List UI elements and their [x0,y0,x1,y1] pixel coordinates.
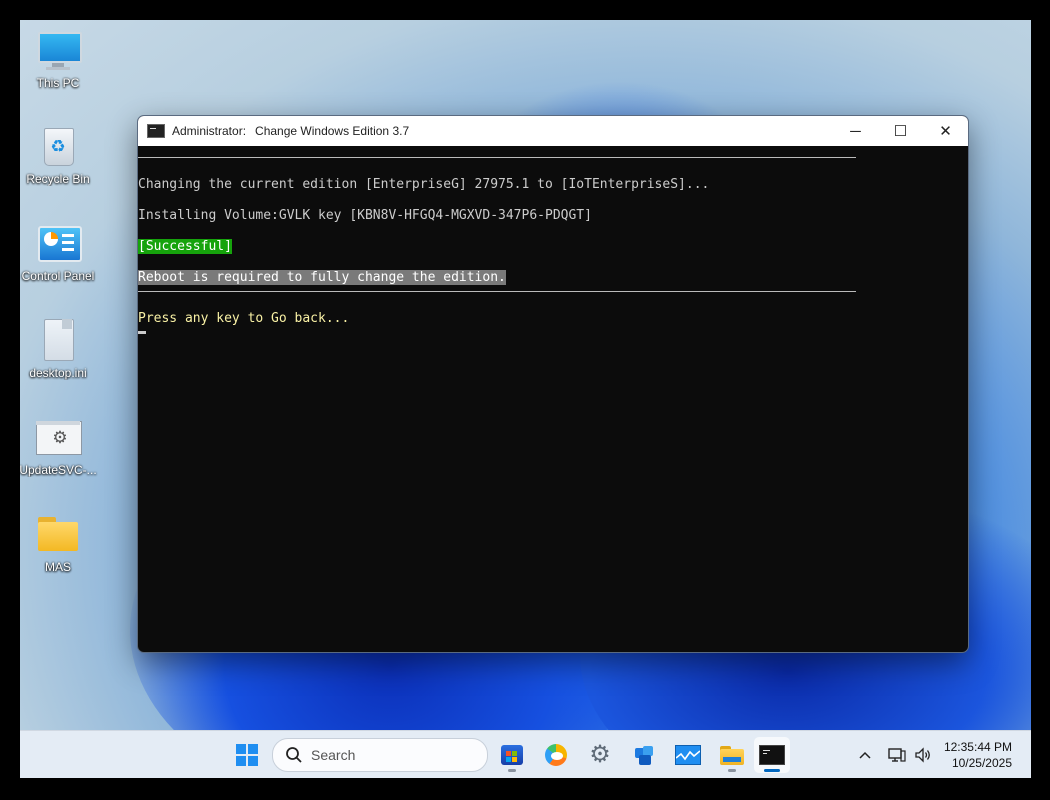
search-icon [286,747,302,763]
desktop-icon-mas[interactable]: MAS [20,512,98,574]
desktop-icon-label: desktop.ini [29,366,87,380]
puzzle-app-icon [633,744,655,766]
folder-icon [36,512,80,556]
prompt-line: Press any key to Go back... [138,311,350,326]
speaker-icon [915,746,930,763]
console-line: Changing the current edition [Enterprise… [138,177,710,192]
search-placeholder: Search [311,747,356,763]
recycle-bin-icon: ♻ [36,124,80,168]
desktop-icon-control-panel[interactable]: Control Panel [20,221,98,283]
tray-overflow-button[interactable] [858,731,872,778]
taskbar-app-puzzle[interactable] [626,737,662,773]
command-prompt-icon [147,124,165,138]
clock-time: 12:35:44 PM [943,740,1012,754]
console-output[interactable]: Changing the current edition [Enterprise… [138,146,968,334]
taskbar-terminal[interactable] [754,737,790,773]
close-button[interactable]: ✕ [923,116,968,146]
desktop-icon-updatesvc[interactable]: ⚙ UpdateSVC-... [20,415,98,477]
gear-icon: ⚙ [589,741,611,768]
file-icon [36,318,80,362]
clock[interactable]: 12:35:44 PM 10/25/2025 [944,739,1012,771]
taskbar-store[interactable] [494,737,530,773]
clock-date: 10/25/2025 [951,756,1012,770]
chevron-up-icon [859,751,871,759]
settings-file-icon: ⚙ [36,415,82,459]
tray-network[interactable] [888,731,906,778]
edge-browser-icon [545,744,567,766]
desktop-icon-desktop-ini[interactable]: desktop.ini [20,318,98,380]
control-panel-icon [36,221,82,265]
window-title: Change Windows Edition 3.7 [255,124,410,138]
console-line: Installing Volume:GVLK key [KBN8V-HFGQ4-… [138,208,592,223]
desktop-icon-recycle-bin[interactable]: ♻ Recycle Bin [20,124,98,186]
desktop-icon-label: Recycle Bin [26,172,90,186]
command-prompt-icon [759,745,785,765]
success-status: [Successful] [138,239,232,254]
taskbar-edge[interactable] [538,737,574,773]
window-title-prefix: Administrator: [172,124,247,138]
taskbar-settings[interactable]: ⚙ [582,737,618,773]
taskbar-file-explorer[interactable] [714,737,750,773]
taskbar: Search ⚙ 12:35:44 PM 10/25/2025 [20,730,1031,778]
title-bar[interactable]: Administrator: Change Windows Edition 3.… [138,116,968,146]
desktop-icon-this-pc[interactable]: This PC [20,28,98,90]
desktop-icon-label: This PC [36,76,80,90]
desktop: This PC ♻ Recycle Bin Control Panel desk… [20,20,1031,778]
desktop-icon-label: MAS [44,560,71,574]
start-button[interactable] [229,737,265,773]
separator-line [138,286,968,296]
monitor-icon [36,28,82,72]
tray-volume[interactable] [914,731,932,778]
minimize-button[interactable]: ─ [833,116,878,146]
text-cursor [138,331,146,334]
performance-monitor-icon [675,745,701,765]
taskbar-app-monitor[interactable] [670,737,706,773]
desktop-icon-label: Control Panel [21,269,95,283]
store-icon [501,745,523,765]
search-box[interactable]: Search [272,738,488,772]
reboot-notice: Reboot is required to fully change the e… [138,270,506,285]
desktop-icon-label: UpdateSVC-... [20,463,97,477]
console-window[interactable]: Administrator: Change Windows Edition 3.… [137,115,969,653]
network-icon [888,747,906,762]
separator-line [138,152,968,162]
maximize-button[interactable]: ☐ [878,116,923,146]
folder-icon [720,745,744,765]
windows-logo-icon [236,744,258,766]
